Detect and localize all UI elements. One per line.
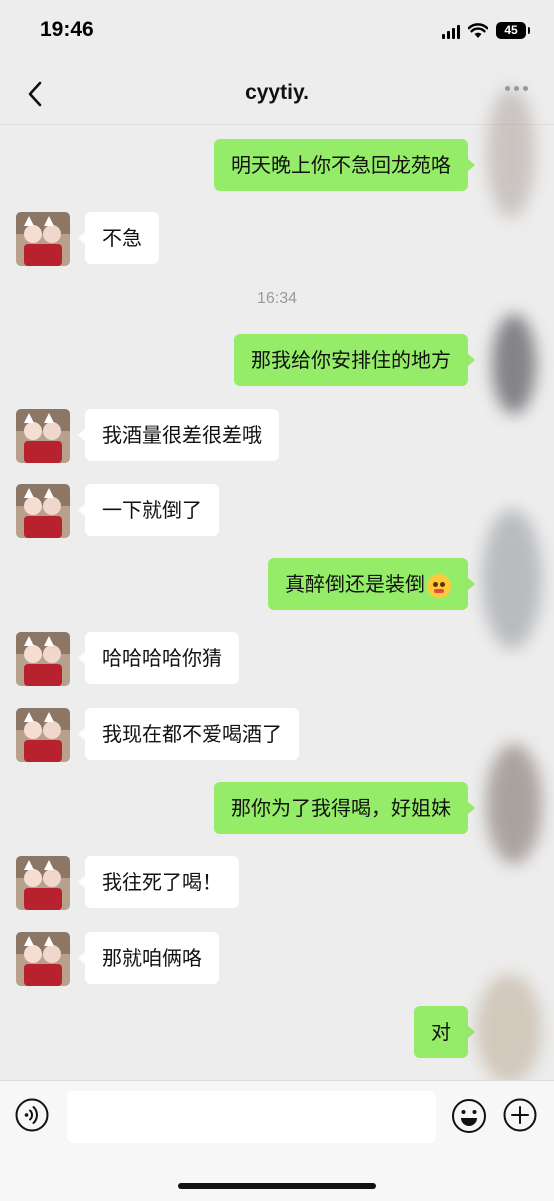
plus-icon[interactable] (503, 1098, 537, 1132)
emoji-icon[interactable] (451, 1098, 487, 1134)
message-timestamp: 16:34 (256, 290, 298, 307)
message-bubble[interactable]: 我酒量很差很差哦 (78, 409, 279, 461)
message-bubble[interactable]: 真醉倒还是装倒 (268, 558, 475, 610)
input-bar (0, 1080, 554, 1201)
message-bubble[interactable]: 对 (414, 1006, 475, 1058)
chat-area[interactable]: 明天晚上你不急回龙苑咯 不急 16:34 那我给你安排住的地方 我酒量很差很差哦… (0, 88, 554, 1084)
avatar[interactable] (16, 632, 70, 686)
self-avatar-blurred (476, 974, 542, 1084)
self-avatar-blurred (486, 744, 542, 864)
message-bubble[interactable]: 一下就倒了 (78, 484, 219, 536)
self-avatar-blurred (482, 509, 542, 649)
nav-bar: cyytiy. (0, 64, 554, 125)
message-bubble[interactable]: 那就咱俩咯 (78, 932, 219, 984)
message-bubble[interactable]: 那你为了我得喝，好姐妹 (214, 782, 475, 834)
woozy-face-icon (427, 573, 451, 598)
avatar[interactable] (16, 708, 70, 762)
avatar[interactable] (16, 856, 70, 910)
self-avatar-blurred (487, 88, 535, 218)
avatar[interactable] (16, 212, 70, 266)
message-bubble[interactable]: 那我给你安排住的地方 (234, 334, 475, 386)
status-time: 19:46 (40, 18, 94, 41)
chat-title: cyytiy. (245, 81, 309, 104)
status-icons: 45 (442, 22, 530, 39)
message-bubble[interactable]: 哈哈哈哈你猜 (78, 632, 239, 684)
message-input[interactable] (67, 1091, 436, 1143)
message-bubble[interactable]: 不急 (78, 212, 159, 264)
avatar[interactable] (16, 409, 70, 463)
home-indicator (178, 1183, 376, 1189)
message-bubble[interactable]: 我现在都不爱喝酒了 (78, 708, 299, 760)
avatar[interactable] (16, 484, 70, 538)
battery-icon: 45 (496, 22, 530, 39)
signal-icon (442, 23, 460, 39)
message-text: 真醉倒还是装倒 (285, 572, 425, 596)
status-bar: 19:46 45 (0, 0, 554, 64)
self-avatar-blurred (492, 314, 536, 414)
message-bubble[interactable]: 我往死了喝！ (78, 856, 239, 908)
avatar[interactable] (16, 932, 70, 986)
message-bubble[interactable]: 明天晚上你不急回龙苑咯 (214, 139, 475, 191)
voice-icon[interactable] (15, 1098, 49, 1132)
wifi-icon (468, 22, 488, 38)
